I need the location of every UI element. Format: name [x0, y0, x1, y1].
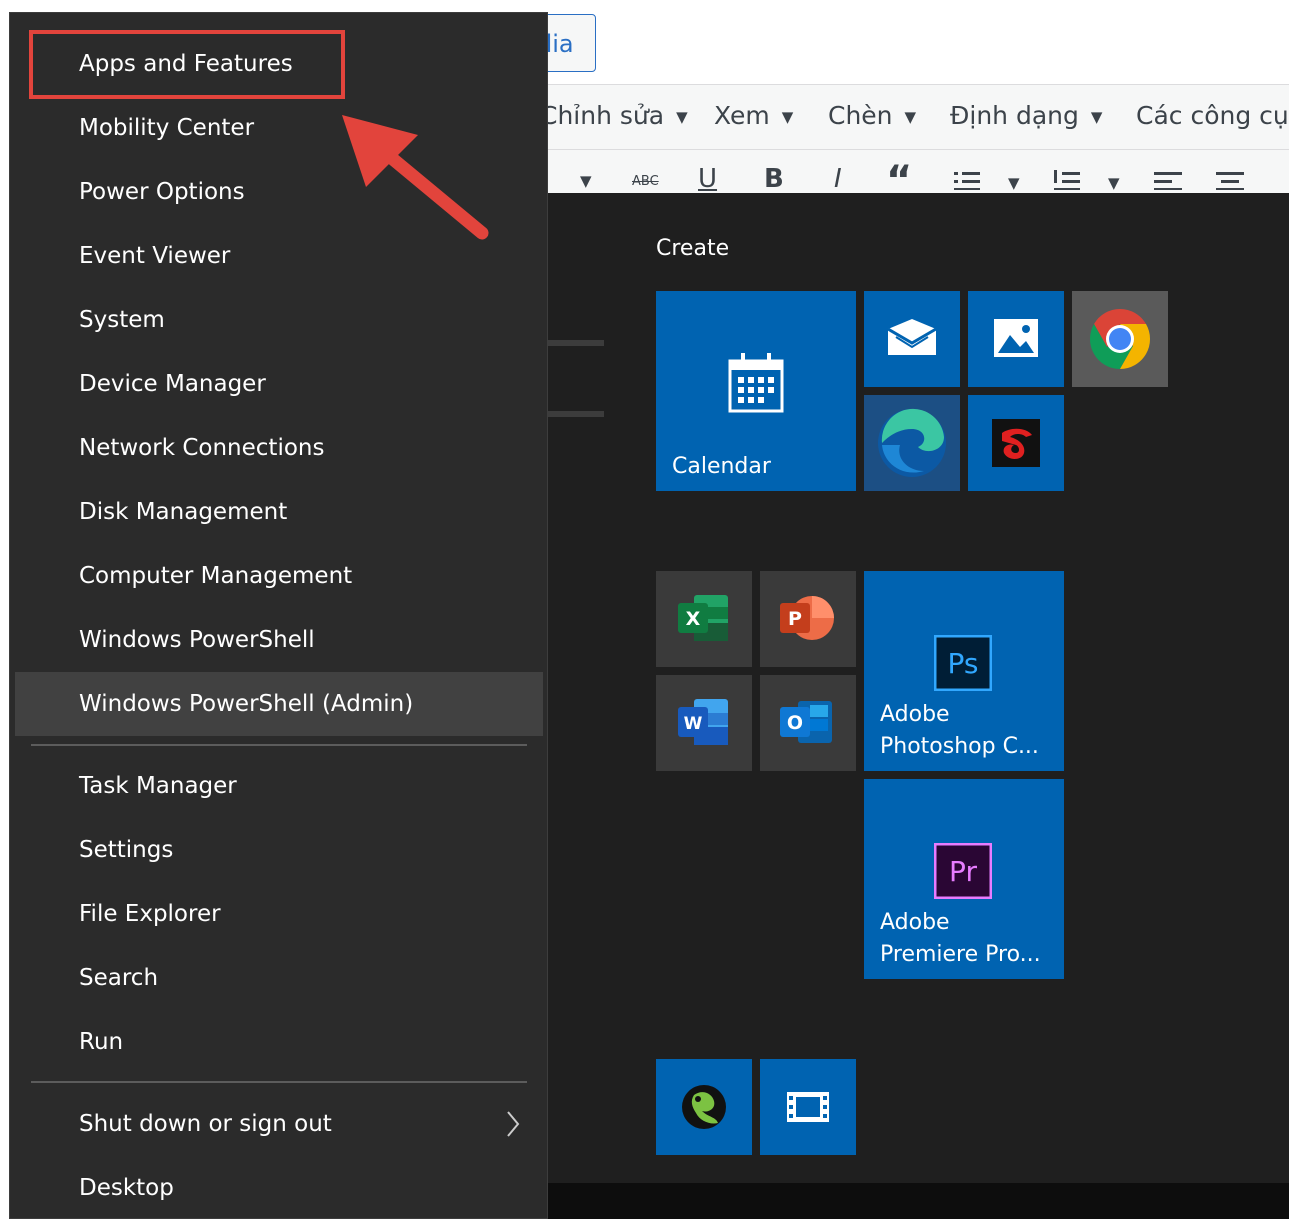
editor-toolbar: ▼ ABC U B I “ ▼ ▼ [540, 150, 1289, 195]
svg-text:▼: ▼ [1008, 174, 1020, 190]
menu-item-desktop[interactable]: Desktop [15, 1156, 543, 1220]
taskbar-strip [540, 1183, 1289, 1219]
tile-group-title: Create [656, 236, 730, 261]
outlook-icon: O [780, 701, 832, 743]
garena-icon [992, 419, 1040, 467]
premiere-tile[interactable]: Pr Adobe Premiere Pro... [864, 779, 1064, 979]
chevron-right-icon [507, 1111, 520, 1137]
align-left-icon[interactable] [1154, 170, 1184, 190]
svg-text:▼: ▼ [1108, 174, 1120, 190]
menu-tools[interactable]: Các công cụ [1136, 101, 1289, 130]
menu-item-file-explorer[interactable]: File Explorer [15, 882, 543, 946]
menu-item-windows-powershell[interactable]: Windows PowerShell [15, 608, 543, 672]
app-tile-movies[interactable] [760, 1059, 856, 1155]
tile-label: Adobe [880, 702, 950, 727]
menu-item-task-manager[interactable]: Task Manager [15, 754, 543, 818]
svg-text:Ps: Ps [948, 647, 979, 680]
svg-text:X: X [686, 608, 701, 630]
caret-down-icon: ▼ [1090, 108, 1103, 126]
underline-button[interactable]: U [698, 164, 717, 194]
caret-down-icon: ▼ [676, 108, 688, 126]
edge-tile[interactable] [864, 395, 960, 491]
window-edge [0, 0, 330, 12]
menu-item-run[interactable]: Run [15, 1010, 543, 1074]
menu-insert[interactable]: Chèn ▼ [828, 101, 916, 130]
svg-text:P: P [788, 608, 802, 630]
blockquote-button[interactable]: “ [886, 158, 912, 195]
start-sidebar-line [548, 340, 604, 346]
menu-item-system[interactable]: System [15, 288, 543, 352]
mail-icon [887, 319, 937, 355]
italic-button[interactable]: I [834, 164, 842, 194]
svg-text:W: W [684, 714, 703, 734]
start-sidebar-line [548, 411, 604, 417]
mail-tile[interactable] [864, 291, 960, 387]
premiere-icon: Pr [934, 843, 992, 899]
powerpoint-tile[interactable]: P [760, 571, 856, 667]
menu-item-device-manager[interactable]: Device Manager [15, 352, 543, 416]
calendar-icon [728, 353, 784, 413]
numbered-list-icon[interactable]: ▼ [1054, 170, 1138, 190]
word-icon: W [678, 699, 728, 745]
bold-button[interactable]: B [764, 164, 784, 194]
excel-icon: X [678, 595, 728, 641]
menu-item-windows-powershell-admin[interactable]: Windows PowerShell (Admin) [15, 672, 543, 736]
editor-menubar: Chỉnh sửa ▼ Xem ▼ Chèn ▼ Định dạng ▼ Các côn… [540, 84, 1289, 150]
garena-tile[interactable] [968, 395, 1064, 491]
menu-item-settings[interactable]: Settings [15, 818, 543, 882]
menu-item-shut-down[interactable]: Shut down or sign out [15, 1092, 543, 1156]
film-icon [787, 1092, 829, 1122]
outlook-tile[interactable]: O [760, 675, 856, 771]
tile-label: Calendar [672, 454, 771, 479]
caret-down-icon: ▼ [904, 108, 917, 126]
chrome-icon [1089, 309, 1151, 369]
photoshop-icon: Ps [934, 635, 992, 691]
dropdown-caret-icon[interactable]: ▼ [580, 172, 592, 190]
powerpoint-icon: P [780, 596, 834, 640]
menu-separator [31, 1081, 527, 1083]
caret-down-icon: ▼ [781, 108, 794, 126]
edge-icon [878, 408, 946, 477]
menu-edit[interactable]: Chỉnh sửa ▼ [540, 101, 688, 130]
tile-label: Adobe [880, 910, 950, 935]
menu-separator [31, 744, 527, 746]
tile-label: Premiere Pro... [880, 942, 1041, 967]
editor-background: dia Chỉnh sửa ▼ Xem ▼ Chèn ▼ Định dạng ▼ Các… [530, 0, 1289, 200]
strikethrough-button[interactable]: ABC [632, 174, 659, 189]
word-tile[interactable]: W [656, 675, 752, 771]
menu-format[interactable]: Định dạng ▼ [950, 101, 1102, 130]
menu-item-network-connections[interactable]: Network Connections [15, 416, 543, 480]
menu-item-search[interactable]: Search [15, 946, 543, 1010]
chrome-tile[interactable] [1072, 291, 1168, 387]
menu-view[interactable]: Xem ▼ [714, 101, 793, 130]
align-center-icon[interactable] [1216, 170, 1246, 190]
menu-item-disk-management[interactable]: Disk Management [15, 480, 543, 544]
photos-tile[interactable] [968, 291, 1064, 387]
photoshop-tile[interactable]: Ps Adobe Photoshop C... [864, 571, 1064, 771]
excel-tile[interactable]: X [656, 571, 752, 667]
tile-label: Photoshop C... [880, 734, 1039, 759]
highlight-annotation [29, 30, 345, 99]
menu-item-computer-management[interactable]: Computer Management [15, 544, 543, 608]
app-tile-gecko[interactable] [656, 1059, 752, 1155]
arrow-annotation-icon [342, 115, 489, 240]
photos-icon [994, 319, 1038, 357]
menu-item-label: Shut down or sign out [79, 1111, 332, 1137]
calendar-tile[interactable]: Calendar [656, 291, 856, 491]
svg-text:Pr: Pr [949, 855, 977, 888]
svg-text:O: O [787, 712, 803, 734]
gecko-icon [682, 1085, 726, 1129]
bullet-list-icon[interactable]: ▼ [954, 170, 1038, 190]
